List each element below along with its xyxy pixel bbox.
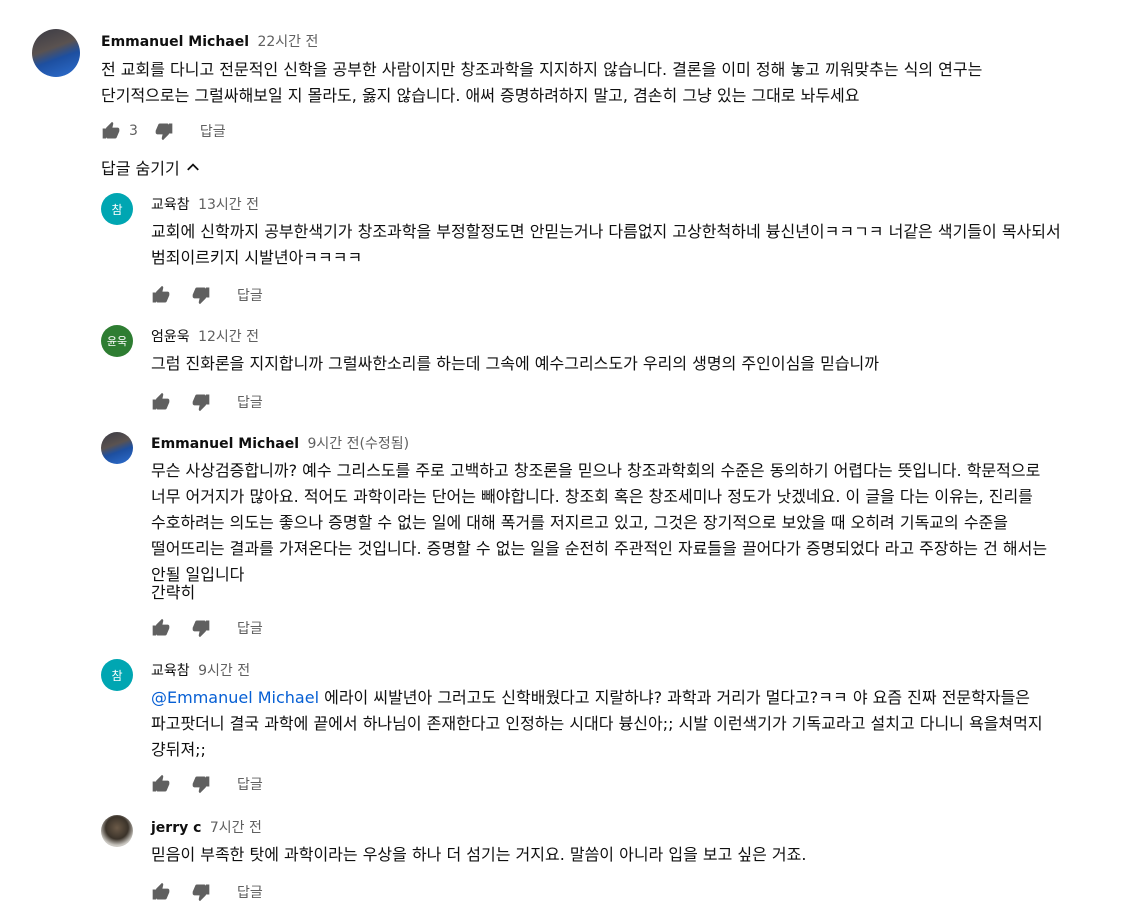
- reply-author[interactable]: jerry c: [151, 820, 201, 836]
- reply-author[interactable]: 교육참: [151, 663, 190, 679]
- dislike-icon[interactable]: [189, 283, 213, 307]
- reply-text: 무슨 사상검증합니까? 예수 그리스도를 주로 고백하고 창조론을 믿으나 창조…: [151, 461, 1048, 584]
- dislike-icon[interactable]: [189, 880, 213, 904]
- like-icon[interactable]: [149, 772, 173, 796]
- like-icon[interactable]: [149, 616, 173, 640]
- avatar[interactable]: 참: [101, 193, 133, 225]
- reply-time[interactable]: 9시간 전(수정됨): [307, 436, 409, 452]
- reply-button[interactable]: 답글: [237, 882, 263, 902]
- reply-author[interactable]: Emmanuel Michael: [151, 436, 299, 452]
- reply-actions: 답글: [149, 283, 263, 307]
- like-icon[interactable]: [149, 390, 173, 414]
- avatar[interactable]: [32, 29, 80, 77]
- comment-actions: 3 답글: [99, 119, 226, 143]
- dislike-icon[interactable]: [189, 390, 213, 414]
- reply-button[interactable]: 답글: [200, 121, 226, 141]
- reply-button[interactable]: 답글: [237, 392, 263, 412]
- reply-button[interactable]: 답글: [237, 285, 263, 305]
- reply-actions: 답글: [149, 390, 263, 414]
- dislike-icon[interactable]: [152, 119, 176, 143]
- like-count: 3: [129, 123, 138, 139]
- like-icon[interactable]: [149, 880, 173, 904]
- reply-text: 믿음이 부족한 탓에 과학이라는 우상을 하나 더 섬기는 거지요. 말씀이 아…: [151, 845, 807, 864]
- comment-author[interactable]: Emmanuel Michael: [101, 34, 249, 50]
- reply-text: @Emmanuel Michael 에라이 씨발년아 그러고도 신학배웠다고 지…: [151, 685, 1071, 763]
- reply-actions: 답글: [149, 772, 263, 796]
- reply-button[interactable]: 답글: [237, 618, 263, 638]
- user-mention-link[interactable]: @Emmanuel Michael: [151, 688, 319, 707]
- comment-text: 전 교회를 다니고 전문적인 신학을 공부한 사람이지만 창조과학을 지지하지 …: [101, 60, 983, 105]
- reply-header: 엄윤욱 12시간 전: [151, 326, 259, 346]
- read-less-link[interactable]: 간략히: [151, 580, 351, 606]
- reply-button[interactable]: 답글: [237, 774, 263, 794]
- reply-time[interactable]: 13시간 전: [198, 197, 259, 213]
- chevron-up-icon: [186, 160, 200, 174]
- avatar-letter: 윤욱: [106, 335, 128, 348]
- avatar[interactable]: 윤욱: [101, 325, 133, 357]
- avatar[interactable]: 참: [101, 659, 133, 691]
- hide-replies-toggle[interactable]: 답글 숨기기: [101, 155, 200, 179]
- like-icon[interactable]: [99, 119, 123, 143]
- reply-header: 교육참 13시간 전: [151, 194, 259, 214]
- reply-time[interactable]: 9시간 전: [198, 663, 250, 679]
- reply-author[interactable]: 교육참: [151, 197, 190, 213]
- avatar[interactable]: [101, 432, 133, 464]
- avatar-letter: 참: [111, 668, 123, 683]
- reply-actions: 답글: [149, 616, 263, 640]
- reply-header: Emmanuel Michael 9시간 전(수정됨): [151, 433, 409, 453]
- avatar[interactable]: [101, 815, 133, 847]
- reply-author[interactable]: 엄윤욱: [151, 329, 190, 345]
- avatar-letter: 참: [111, 202, 123, 217]
- reply-text: 그럼 진화론을 지지합니까 그럴싸한소리를 하는데 그속에 예수그리스도가 우리…: [151, 354, 879, 373]
- comment-time[interactable]: 22시간 전: [257, 34, 318, 50]
- hide-replies-label: 답글 숨기기: [101, 159, 180, 178]
- reply-header: jerry c 7시간 전: [151, 817, 262, 837]
- like-icon[interactable]: [149, 283, 173, 307]
- dislike-icon[interactable]: [189, 616, 213, 640]
- reply-time[interactable]: 12시간 전: [198, 329, 259, 345]
- reply-text: 교회에 신학까지 공부한색기가 창조과학을 부정할정도면 안믿는거나 다름없지 …: [151, 222, 1061, 267]
- reply-time[interactable]: 7시간 전: [210, 820, 262, 836]
- comment-header: Emmanuel Michael 22시간 전: [101, 31, 318, 51]
- reply-header: 교육참 9시간 전: [151, 660, 250, 680]
- dislike-icon[interactable]: [189, 772, 213, 796]
- reply-actions: 답글: [149, 880, 263, 904]
